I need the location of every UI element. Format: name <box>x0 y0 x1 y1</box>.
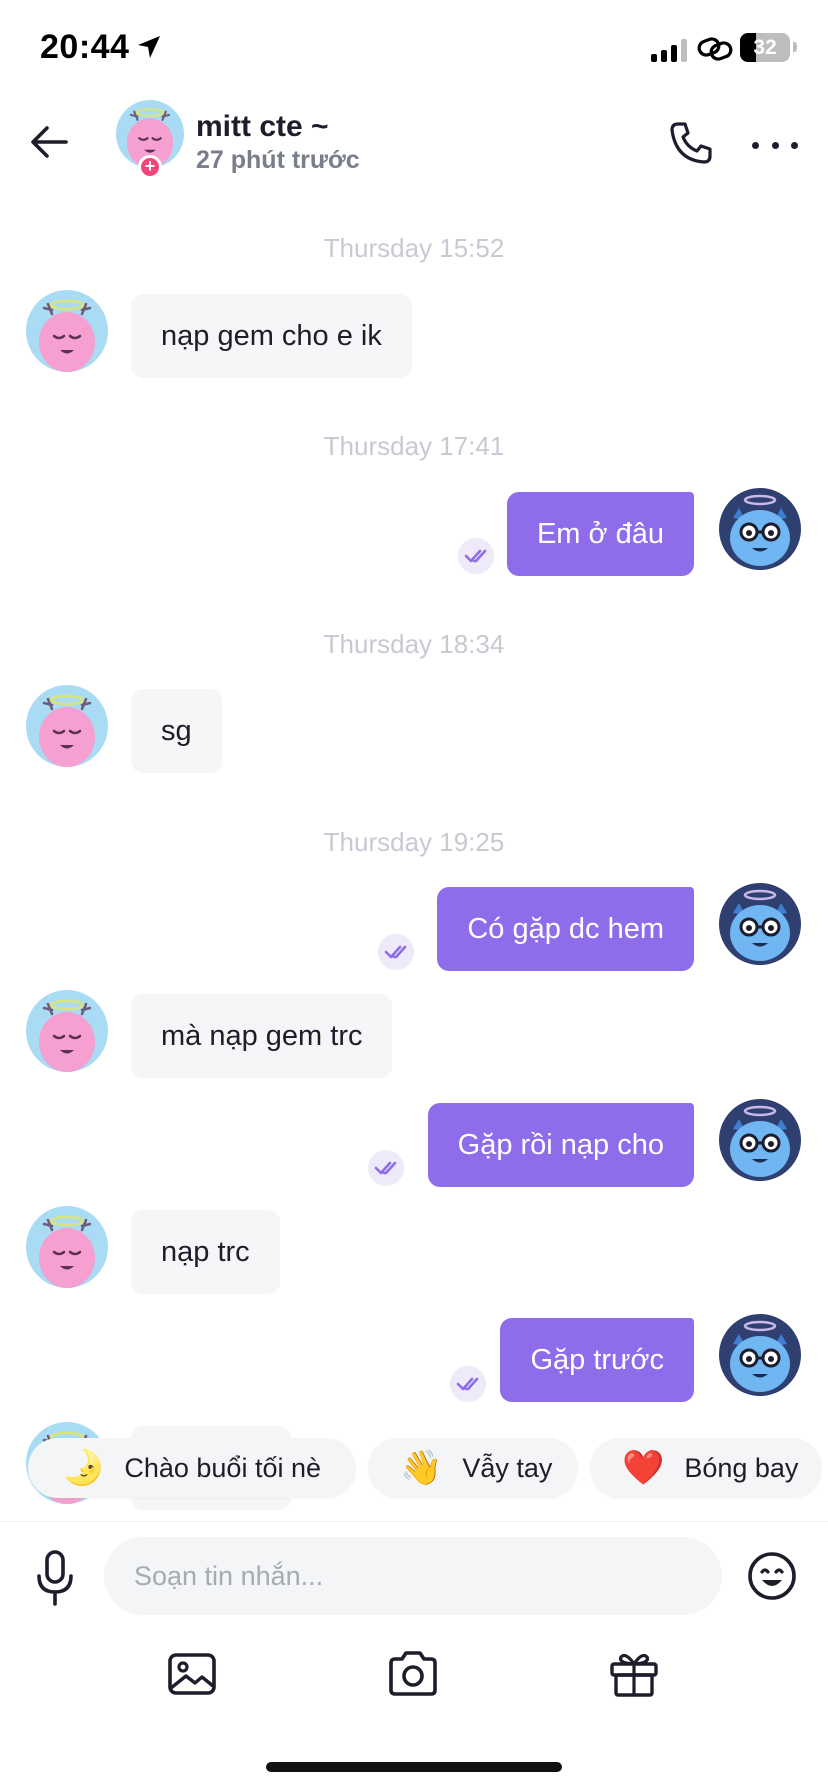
date-divider: Thursday 19:25 <box>323 827 505 857</box>
image-icon[interactable] <box>164 1646 220 1702</box>
quick-reply-label: Vẫy tay <box>462 1452 553 1483</box>
contact-avatar-small[interactable] <box>26 290 108 372</box>
cellular-signal-icon <box>651 38 687 62</box>
battery-level: 32 <box>753 36 777 59</box>
outgoing-message[interactable]: Gặp rồi nạp cho <box>427 1103 694 1187</box>
quick-reply-bar: 🌛 Chào buổi tối nè 👋 Vẫy tay ❤️ Bóng bay <box>0 1432 828 1502</box>
location-arrow-icon <box>138 36 160 58</box>
more-icon <box>752 141 759 149</box>
double-check-icon <box>450 1366 486 1402</box>
quick-reply-label: Chào buổi tối nè <box>124 1452 321 1483</box>
link-icon <box>697 37 733 61</box>
user-avatar[interactable] <box>719 1099 801 1181</box>
incoming-message[interactable]: nạp trc <box>131 1210 280 1294</box>
moon-icon: 🌛 <box>62 1449 105 1487</box>
message-input[interactable] <box>104 1537 722 1615</box>
add-friend-badge-icon[interactable]: + <box>138 155 162 179</box>
date-divider: Thursday 17:41 <box>323 431 505 461</box>
camera-icon[interactable] <box>385 1646 441 1702</box>
outgoing-message[interactable]: Gặp trước <box>500 1318 694 1402</box>
home-indicator <box>266 1762 562 1772</box>
back-button[interactable] <box>26 118 74 166</box>
mic-icon[interactable] <box>30 1548 80 1608</box>
incoming-message[interactable]: sg <box>131 689 222 773</box>
quick-reply-chip[interactable]: ❤️ Bóng bay <box>590 1438 822 1498</box>
double-check-icon <box>368 1150 404 1186</box>
quick-reply-chip[interactable]: 👋 Vẫy tay <box>368 1438 578 1498</box>
status-bar: 20:44 32 <box>0 0 828 96</box>
emoji-icon[interactable] <box>746 1550 798 1602</box>
contact-name[interactable]: mitt cte ~ <box>196 110 329 144</box>
double-check-icon <box>378 934 414 970</box>
user-avatar[interactable] <box>719 883 801 965</box>
outgoing-message[interactable]: Em ở đâu <box>506 492 694 576</box>
battery-nub <box>793 42 797 52</box>
status-time: 20:44 <box>40 28 130 66</box>
contact-avatar-small[interactable] <box>26 1206 108 1288</box>
contact-avatar-small[interactable] <box>26 990 108 1072</box>
date-divider: Thursday 15:52 <box>323 233 505 263</box>
date-divider: Thursday 18:34 <box>323 629 505 659</box>
heart-icon: ❤️ <box>622 1449 665 1487</box>
double-check-icon <box>458 538 494 574</box>
last-seen-status: 27 phút trước <box>196 146 360 174</box>
quick-reply-chip[interactable]: 🌛 Chào buổi tối nè <box>28 1438 356 1498</box>
more-options-button[interactable] <box>752 122 798 168</box>
incoming-message[interactable]: nạp gem cho e ik <box>131 294 412 378</box>
battery-indicator: 32 <box>740 33 790 62</box>
gift-icon[interactable] <box>606 1646 662 1702</box>
quick-reply-label: Bóng bay <box>684 1452 799 1483</box>
chat-header: + mitt cte ~ 27 phút trước <box>0 96 828 192</box>
user-avatar[interactable] <box>719 1314 801 1396</box>
outgoing-message[interactable]: Có gặp dc hem <box>437 887 694 971</box>
composer-divider <box>0 1521 828 1522</box>
back-arrow-icon <box>31 126 68 158</box>
wave-icon: 👋 <box>400 1449 443 1487</box>
contact-avatar-small[interactable] <box>26 685 108 767</box>
user-avatar[interactable] <box>719 488 801 570</box>
phone-icon[interactable] <box>666 118 716 168</box>
incoming-message[interactable]: mà nạp gem trc <box>131 994 393 1078</box>
